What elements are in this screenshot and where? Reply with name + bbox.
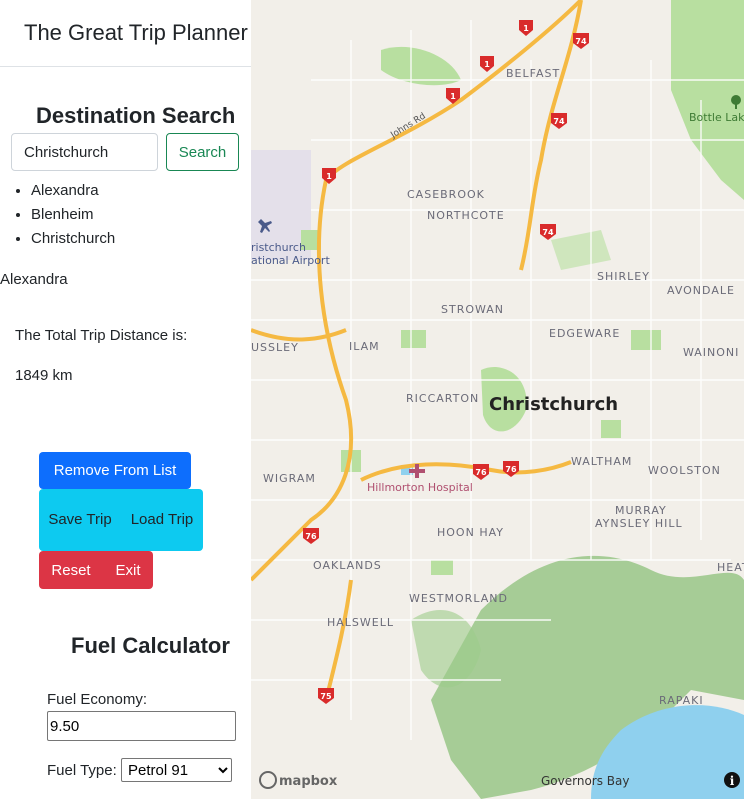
destination-list: Alexandra Blenheim Christchurch [0,180,115,252]
map-label: NORTHCOTE [427,209,505,222]
app-title: The Great Trip Planner [24,20,248,45]
governors-bay-label: Governors Bay [541,774,629,788]
fuel-calculator-heading: Fuel Calculator [71,633,230,658]
svg-text:1: 1 [326,172,332,181]
map-label: RAPAKI [659,694,704,707]
svg-text:74: 74 [542,228,554,237]
map-label: WAINONI [683,346,739,359]
fuel-economy-input[interactable] [47,711,236,741]
map-label: HOON HAY [437,526,504,539]
info-icon[interactable]: i [724,772,740,788]
map[interactable]: 1 74 1 1 74 1 74 76 76 76 75 BELFAST CAS… [249,0,744,799]
exit-button[interactable]: Exit [103,551,153,589]
list-item[interactable]: Alexandra [31,180,115,204]
svg-text:i: i [730,774,735,788]
map-label: HALSWELL [327,616,394,629]
map-label: AVONDALE [667,284,735,297]
map-label: WESTMORLAND [409,592,508,605]
divider [0,66,251,67]
svg-text:74: 74 [575,37,587,46]
search-input[interactable] [11,133,158,171]
bottle-lake-label: Bottle Lake [689,111,744,124]
total-distance-label: The Total Trip Distance is: [15,327,188,344]
map-canvas[interactable]: 1 74 1 1 74 1 74 76 76 76 75 BELFAST CAS… [249,0,744,799]
map-label: BELFAST [506,67,560,80]
save-trip-button[interactable]: Save Trip [39,489,121,551]
airport-label-line2: ational Airport [251,254,330,267]
svg-text:74: 74 [553,117,565,126]
fuel-type-label: Fuel Type: [47,762,117,779]
destination-search-heading: Destination Search [36,103,236,128]
fuel-type-select[interactable]: Petrol 91 [121,758,232,782]
list-item[interactable]: Blenheim [31,204,115,228]
map-label: STROWAN [441,303,504,316]
total-distance-value: 1849 km [15,367,73,384]
map-label: WOOLSTON [648,464,721,477]
map-label: USSLEY [251,341,299,354]
map-label: WIGRAM [263,472,316,485]
map-label: ILAM [349,340,380,353]
load-trip-button[interactable]: Load Trip [121,489,203,551]
sidebar: The Great Trip Planner Destination Searc… [0,0,251,799]
map-label: HEAT [717,561,744,574]
svg-text:76: 76 [505,465,517,474]
map-label: AYNSLEY HILL [595,517,683,530]
svg-text:75: 75 [320,692,332,701]
map-label: MURRAY [615,504,667,517]
svg-text:1: 1 [450,92,456,101]
fuel-economy-label: Fuel Economy: [47,691,148,708]
save-load-button-group: Save Trip Load Trip [39,489,203,551]
map-label: WALTHAM [571,455,632,468]
map-label: SHIRLEY [597,270,650,283]
selected-destination: Alexandra [0,271,68,288]
airport-label-line1: ristchurch [251,241,306,254]
list-item[interactable]: Christchurch [31,228,115,252]
svg-text:1: 1 [484,60,490,69]
mapbox-attribution: mapbox [279,774,338,789]
city-label: Christchurch [489,394,618,415]
svg-text:76: 76 [475,468,487,477]
remove-from-list-button[interactable]: Remove From List [39,452,191,489]
map-label: RICCARTON [406,392,479,405]
map-label: EDGEWARE [549,327,620,340]
reset-button[interactable]: Reset [39,551,103,589]
map-label: OAKLANDS [313,559,382,572]
svg-text:1: 1 [523,24,529,33]
map-label: CASEBROOK [407,188,485,201]
search-button[interactable]: Search [166,133,239,171]
svg-text:76: 76 [305,532,317,541]
hospital-label: Hillmorton Hospital [367,481,473,494]
reset-exit-button-group: Reset Exit [39,551,153,589]
